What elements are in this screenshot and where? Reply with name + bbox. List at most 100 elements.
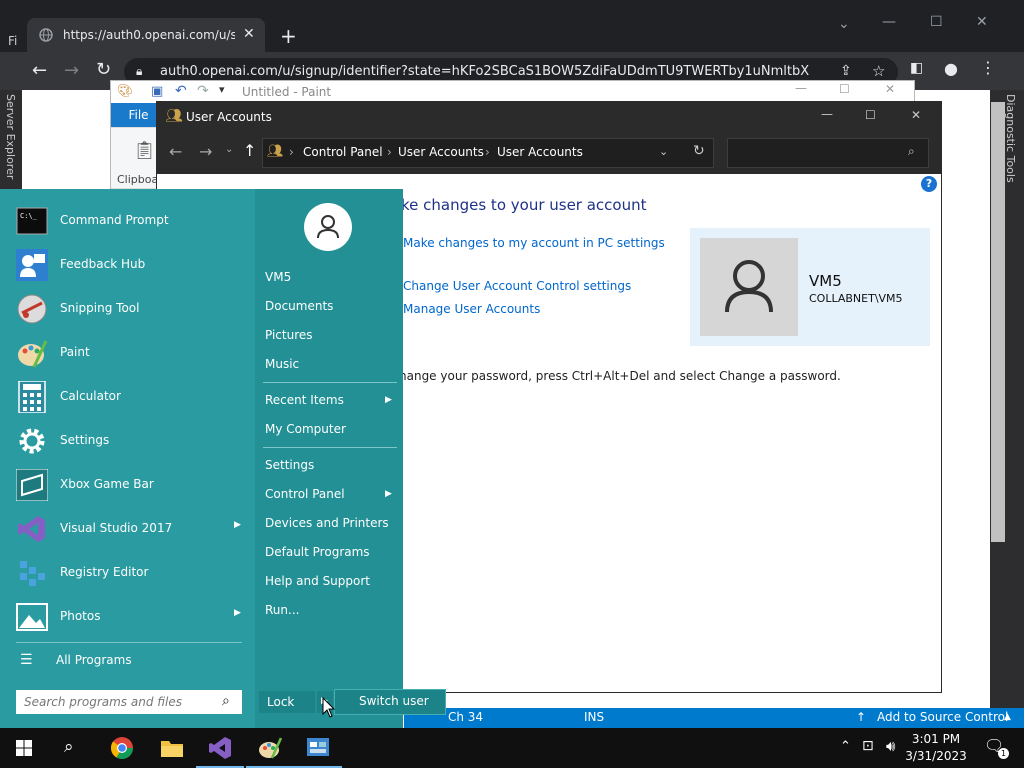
submenu-arrow-icon: ▶ xyxy=(234,608,241,618)
vs-left-panel: Server Explorer xyxy=(0,90,22,190)
search-icon[interactable]: ⌕ xyxy=(222,693,230,709)
back-icon[interactable]: ← xyxy=(32,60,47,81)
taskbar-chrome[interactable] xyxy=(98,728,146,768)
ua-forward-icon[interactable]: → xyxy=(199,142,212,161)
taskbar-paint[interactable] xyxy=(246,728,294,768)
start-pictures[interactable]: Pictures xyxy=(265,328,313,342)
add-to-source-control[interactable]: Add to Source Control xyxy=(877,710,1008,724)
user-card: VM5 COLLABNET\VM5 xyxy=(690,228,930,346)
program-snipping-tool[interactable]: Snipping Tool xyxy=(0,287,255,331)
start-default-programs[interactable]: Default Programs xyxy=(265,545,370,559)
start-button[interactable] xyxy=(0,728,48,768)
start-recent-items[interactable]: Recent Items xyxy=(265,393,344,407)
breadcrumb-control-panel[interactable]: Control Panel xyxy=(303,145,383,159)
ua-minimize-icon[interactable]: — xyxy=(821,107,833,121)
source-control-menu-icon[interactable]: ▲ xyxy=(1004,712,1011,722)
breadcrumb-user-accounts-current[interactable]: User Accounts xyxy=(497,145,583,159)
tab-close-icon[interactable]: ✕ xyxy=(243,26,255,42)
recent-locations-icon[interactable]: ⌄ xyxy=(225,144,233,155)
clipboard-icon[interactable]: 📋︎ xyxy=(133,140,156,161)
status-insert-mode: INS xyxy=(584,710,605,724)
ua-search-box[interactable]: ⌕ xyxy=(727,138,929,168)
share-icon[interactable]: ⇪ xyxy=(840,63,852,79)
program-photos[interactable]: Photos ▶ xyxy=(0,595,255,639)
save-icon[interactable]: ▣ xyxy=(151,84,163,99)
quick-access-dropdown-icon[interactable]: ▾ xyxy=(219,83,225,96)
close-icon[interactable]: ✕ xyxy=(976,14,988,30)
start-devices-printers[interactable]: Devices and Printers xyxy=(265,516,389,530)
reload-icon[interactable]: ↻ xyxy=(96,59,111,80)
program-xbox-game-bar[interactable]: Xbox Game Bar xyxy=(0,463,255,507)
program-command-prompt[interactable]: C:\_ Command Prompt xyxy=(0,199,255,243)
start-music[interactable]: Music xyxy=(265,357,299,371)
ua-maximize-icon[interactable]: ☐ xyxy=(865,108,876,122)
bookmark-star-icon[interactable]: ☆ xyxy=(872,62,885,80)
source-control-arrow-icon: ↑ xyxy=(856,710,867,724)
all-programs[interactable]: ☰ All Programs xyxy=(0,638,255,682)
start-control-panel[interactable]: Control Panel xyxy=(265,487,345,501)
lock-button[interactable]: Lock xyxy=(259,691,315,713)
redo-icon[interactable]: ↷ xyxy=(197,83,209,99)
scrollbar-thumb[interactable] xyxy=(991,102,1005,542)
ua-heading: ke changes to your user account xyxy=(401,196,647,214)
volume-icon[interactable]: 🔊︎ xyxy=(886,737,895,755)
clock[interactable]: 3:01 PM 3/31/2023 xyxy=(904,731,968,765)
submenu-arrow-icon: ▶ xyxy=(234,520,241,530)
manage-user-accounts-link[interactable]: Manage User Accounts xyxy=(403,302,540,316)
breadcrumb-user-accounts[interactable]: User Accounts xyxy=(398,145,484,159)
user-silhouette-icon xyxy=(725,260,773,313)
forward-icon[interactable]: → xyxy=(64,60,79,81)
ua-close-icon[interactable]: ✕ xyxy=(911,108,921,122)
refresh-icon[interactable]: ↻ xyxy=(693,143,705,159)
maximize-icon[interactable]: ☐ xyxy=(930,14,943,30)
profile-icon[interactable]: ● xyxy=(944,59,958,78)
user-domain: COLLABNET\VM5 xyxy=(809,292,903,305)
taskbar-file-explorer[interactable] xyxy=(148,728,196,768)
help-icon[interactable]: ? xyxy=(921,176,937,192)
taskbar-search-button[interactable]: ⌕ xyxy=(48,728,96,768)
minimize-icon[interactable]: — xyxy=(882,14,896,30)
ua-address-bar[interactable]: 👥︎ › Control Panel › User Accounts › Use… xyxy=(262,138,714,168)
program-settings[interactable]: Settings xyxy=(0,419,255,463)
ua-back-icon[interactable]: ← xyxy=(169,142,182,161)
start-documents[interactable]: Documents xyxy=(265,299,333,313)
diagnostic-tools-tab[interactable]: Diagnostic Tools xyxy=(1004,94,1017,183)
browser-tab[interactable]: https://auth0.openai.com/u/signup ✕ xyxy=(27,18,265,52)
tray-overflow-chevron-icon[interactable]: ⌃ xyxy=(840,739,851,754)
up-icon[interactable]: ↑ xyxy=(243,141,256,160)
start-help-support[interactable]: Help and Support xyxy=(265,574,370,588)
network-icon[interactable]: ⊡ xyxy=(862,738,874,754)
paint-close-icon[interactable]: ✕ xyxy=(885,82,895,96)
clipboard-label: Clipboa xyxy=(117,173,159,186)
program-registry-editor[interactable]: Registry Editor xyxy=(0,551,255,595)
program-feedback-hub[interactable]: Feedback Hub xyxy=(0,243,255,287)
photos-icon xyxy=(16,603,48,631)
tab-search-icon[interactable]: ⌄ xyxy=(838,16,850,32)
start-run[interactable]: Run... xyxy=(265,603,299,617)
paint-maximize-icon[interactable]: ☐ xyxy=(839,82,850,96)
divider xyxy=(263,382,397,383)
user-avatar[interactable] xyxy=(304,203,352,251)
start-my-computer[interactable]: My Computer xyxy=(265,422,346,436)
taskbar-control-panel[interactable] xyxy=(294,728,342,768)
taskbar: ⌕ ⌃ ⊡ 🔊︎ 3:01 PM 3/31/2023 🗨︎ 1 xyxy=(0,728,1024,768)
taskbar-visual-studio[interactable] xyxy=(196,728,244,768)
start-user-name[interactable]: VM5 xyxy=(265,270,291,284)
switch-user-menu-item[interactable]: Switch user xyxy=(334,689,446,715)
pc-settings-link[interactable]: Make changes to my account in PC setting… xyxy=(403,236,665,250)
new-tab-icon[interactable]: + xyxy=(280,24,297,48)
start-search-input[interactable]: Search programs and files ⌕ xyxy=(16,690,242,714)
undo-icon[interactable]: ↶ xyxy=(175,83,187,99)
start-settings[interactable]: Settings xyxy=(265,458,314,472)
uac-settings-link[interactable]: Change User Account Control settings xyxy=(403,279,631,293)
server-explorer-tab[interactable]: Server Explorer xyxy=(4,94,17,179)
ua-search-icon[interactable]: ⌕ xyxy=(908,144,915,159)
paint-minimize-icon[interactable]: — xyxy=(795,81,807,95)
menu-icon[interactable]: ⋮ xyxy=(980,58,996,77)
calculator-icon xyxy=(18,381,46,413)
address-dropdown-icon[interactable]: ⌄ xyxy=(659,145,668,158)
reading-mode-icon[interactable]: ◧ xyxy=(910,60,923,76)
program-calculator[interactable]: Calculator xyxy=(0,375,255,419)
program-visual-studio-2017[interactable]: Visual Studio 2017 ▶ xyxy=(0,507,255,551)
program-paint[interactable]: Paint xyxy=(0,331,255,375)
